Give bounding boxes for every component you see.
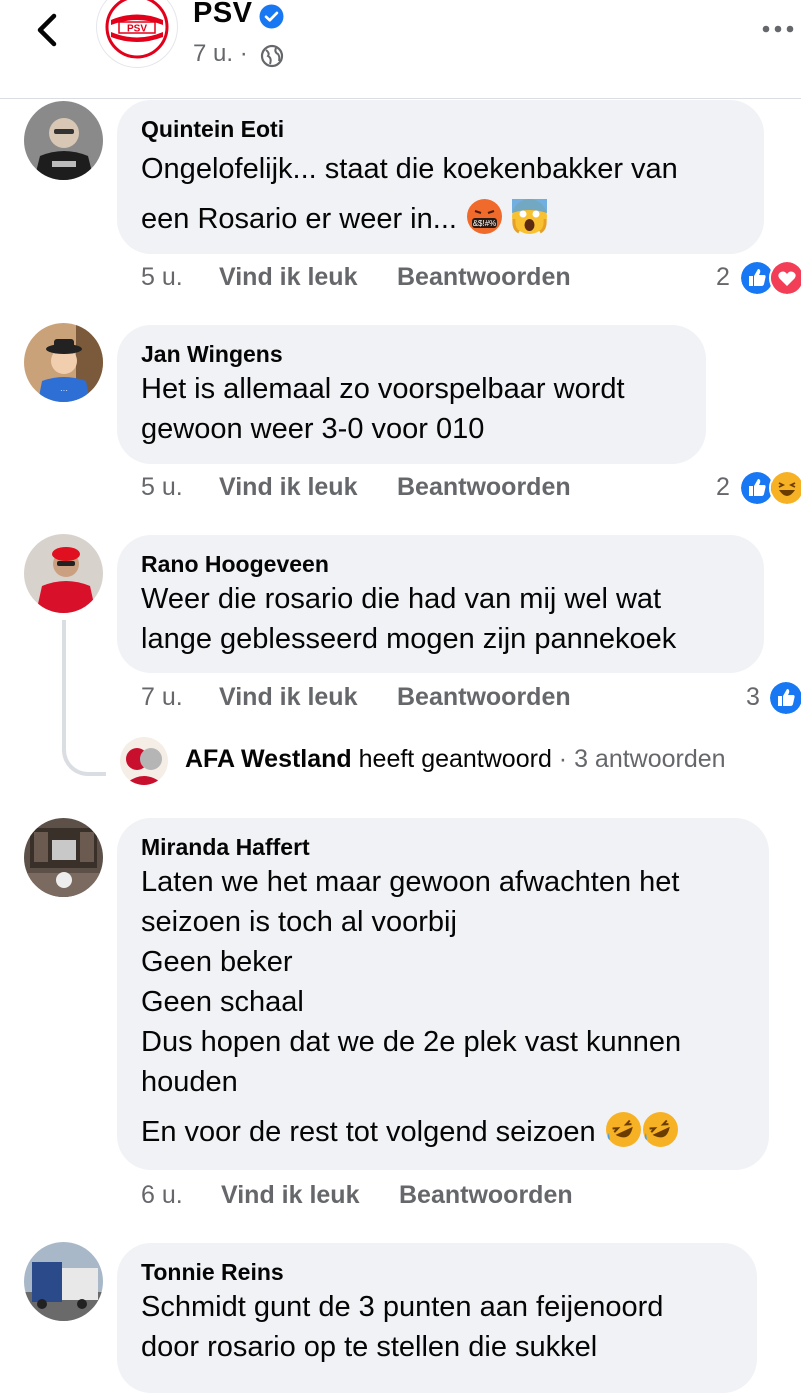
rolling-laughing-emoji-icon — [642, 1112, 678, 1147]
comment-bubble: Jan Wingens Het is allemaal zo voorspelb… — [117, 325, 706, 464]
angry-cursing-emoji-icon: &$!#% — [467, 199, 502, 234]
comment-text: Laten we het maar gewoon afwachten het s… — [141, 862, 745, 1152]
svg-text:PSV: PSV — [127, 24, 147, 35]
comment-line: houden — [141, 1066, 238, 1098]
comment-time[interactable]: 5 u. — [141, 263, 183, 292]
page-name[interactable]: PSV — [193, 0, 253, 30]
like-button[interactable]: Vind ik leuk — [221, 1181, 359, 1210]
comment-line: Het is allemaal zo voorspelbaar wordt — [141, 373, 625, 405]
svg-text:···: ··· — [60, 386, 68, 395]
comment-line: seizoen is toch al voorbij — [141, 906, 457, 938]
svg-text:&$!#%: &$!#% — [473, 219, 497, 228]
reaction-count[interactable]: 2 — [716, 473, 730, 502]
like-button[interactable]: Vind ik leuk — [219, 263, 357, 292]
comment-text: Ongelofelijk... staat die koekenbakker v… — [141, 144, 740, 244]
comment-line: gewoon weer 3-0 voor 010 — [141, 413, 485, 445]
avatar[interactable] — [24, 534, 103, 613]
reply-count: · 3 antwoorden — [558, 745, 726, 773]
view-replies-link[interactable]: AFA Westland heeft geantwoord · 3 antwoo… — [185, 745, 726, 774]
comment-line: een Rosario er weer in... &$!#% — [141, 194, 740, 244]
comment-actions: 5 u. Vind ik leuk Beantwoorden — [141, 263, 621, 295]
comment-line: door rosario op te stellen die sukkel — [141, 1331, 598, 1363]
comment-bubble: Tonnie Reins Schmidt gunt de 3 punten aa… — [117, 1243, 757, 1393]
haha-reaction-icon — [769, 470, 801, 506]
reply-author[interactable]: AFA Westland — [185, 745, 352, 773]
comment-line: En voor de rest tot volgend seizoen — [141, 1112, 745, 1152]
comment-author[interactable]: Quintein Eoti — [141, 114, 740, 144]
comment-actions: 7 u. Vind ik leuk Beantwoorden — [141, 683, 621, 715]
comment-author[interactable]: Miranda Haffert — [141, 832, 745, 862]
comment-bubble: Miranda Haffert Laten we het maar gewoon… — [117, 818, 769, 1170]
reply-button[interactable]: Beantwoorden — [397, 683, 571, 712]
reply-button[interactable]: Beantwoorden — [397, 263, 571, 292]
comment-line: Geen beker — [141, 946, 293, 978]
globe-icon — [260, 44, 284, 68]
verified-badge-icon — [259, 4, 284, 29]
comment-text: Schmidt gunt de 3 punten aan feijenoord … — [141, 1287, 733, 1367]
avatar[interactable] — [24, 1242, 103, 1321]
post-timestamp: 7 u. · — [193, 40, 248, 67]
comment-actions: 6 u. Vind ik leuk Beantwoorden — [141, 1181, 621, 1213]
reaction-count[interactable]: 3 — [746, 683, 760, 712]
comment-author[interactable]: Rano Hoogeveen — [141, 549, 740, 579]
like-button[interactable]: Vind ik leuk — [219, 473, 357, 502]
comment-line: Dus hopen dat we de 2e plek vast kunnen — [141, 1026, 682, 1058]
comment-line: Ongelofelijk... staat die koekenbakker v… — [141, 153, 678, 185]
reaction-count[interactable]: 2 — [716, 263, 730, 292]
rolling-laughing-emoji-icon — [605, 1112, 641, 1147]
avatar[interactable]: ··· — [24, 323, 103, 402]
like-button[interactable]: Vind ik leuk — [219, 683, 357, 712]
reply-thread-line — [62, 620, 106, 776]
avatar[interactable] — [120, 737, 168, 785]
comment-time[interactable]: 5 u. — [141, 473, 183, 502]
comment-author[interactable]: Jan Wingens — [141, 339, 682, 369]
more-options-icon[interactable] — [760, 20, 796, 38]
comment-actions: 5 u. Vind ik leuk Beantwoorden — [141, 473, 621, 505]
comment-text: Weer die rosario die had van mij wel wat… — [141, 579, 740, 659]
comment-time[interactable]: 7 u. — [141, 683, 183, 712]
reply-button[interactable]: Beantwoorden — [399, 1181, 573, 1210]
post-header: PSV PSV 7 u. · — [0, 0, 801, 99]
reply-action-text: heeft geantwoord — [358, 745, 552, 773]
page-avatar[interactable]: PSV — [96, 0, 178, 68]
love-reaction-icon — [769, 260, 801, 296]
comment-line: Weer die rosario die had van mij wel wat — [141, 583, 662, 615]
comment-bubble: Quintein Eoti Ongelofelijk... staat die … — [117, 100, 764, 254]
comment-line: lange geblesseerd mogen zijn pannekoek — [141, 623, 677, 655]
comment-line: Schmidt gunt de 3 punten aan feijenoord — [141, 1291, 664, 1323]
comment-text: Het is allemaal zo voorspelbaar wordt ge… — [141, 369, 682, 449]
comment-line: Geen schaal — [141, 986, 304, 1018]
screaming-face-emoji-icon — [512, 199, 548, 234]
psv-logo-icon: PSV — [105, 0, 169, 59]
comment-line: Laten we het maar gewoon afwachten het — [141, 866, 680, 898]
reply-button[interactable]: Beantwoorden — [397, 473, 571, 502]
like-reaction-icon — [768, 680, 801, 716]
avatar[interactable] — [24, 101, 103, 180]
comment-bubble: Rano Hoogeveen Weer die rosario die had … — [117, 535, 764, 673]
comment-time[interactable]: 6 u. — [141, 1181, 183, 1210]
comment-author[interactable]: Tonnie Reins — [141, 1257, 733, 1287]
avatar[interactable] — [24, 818, 103, 897]
back-arrow-icon[interactable] — [28, 10, 68, 50]
